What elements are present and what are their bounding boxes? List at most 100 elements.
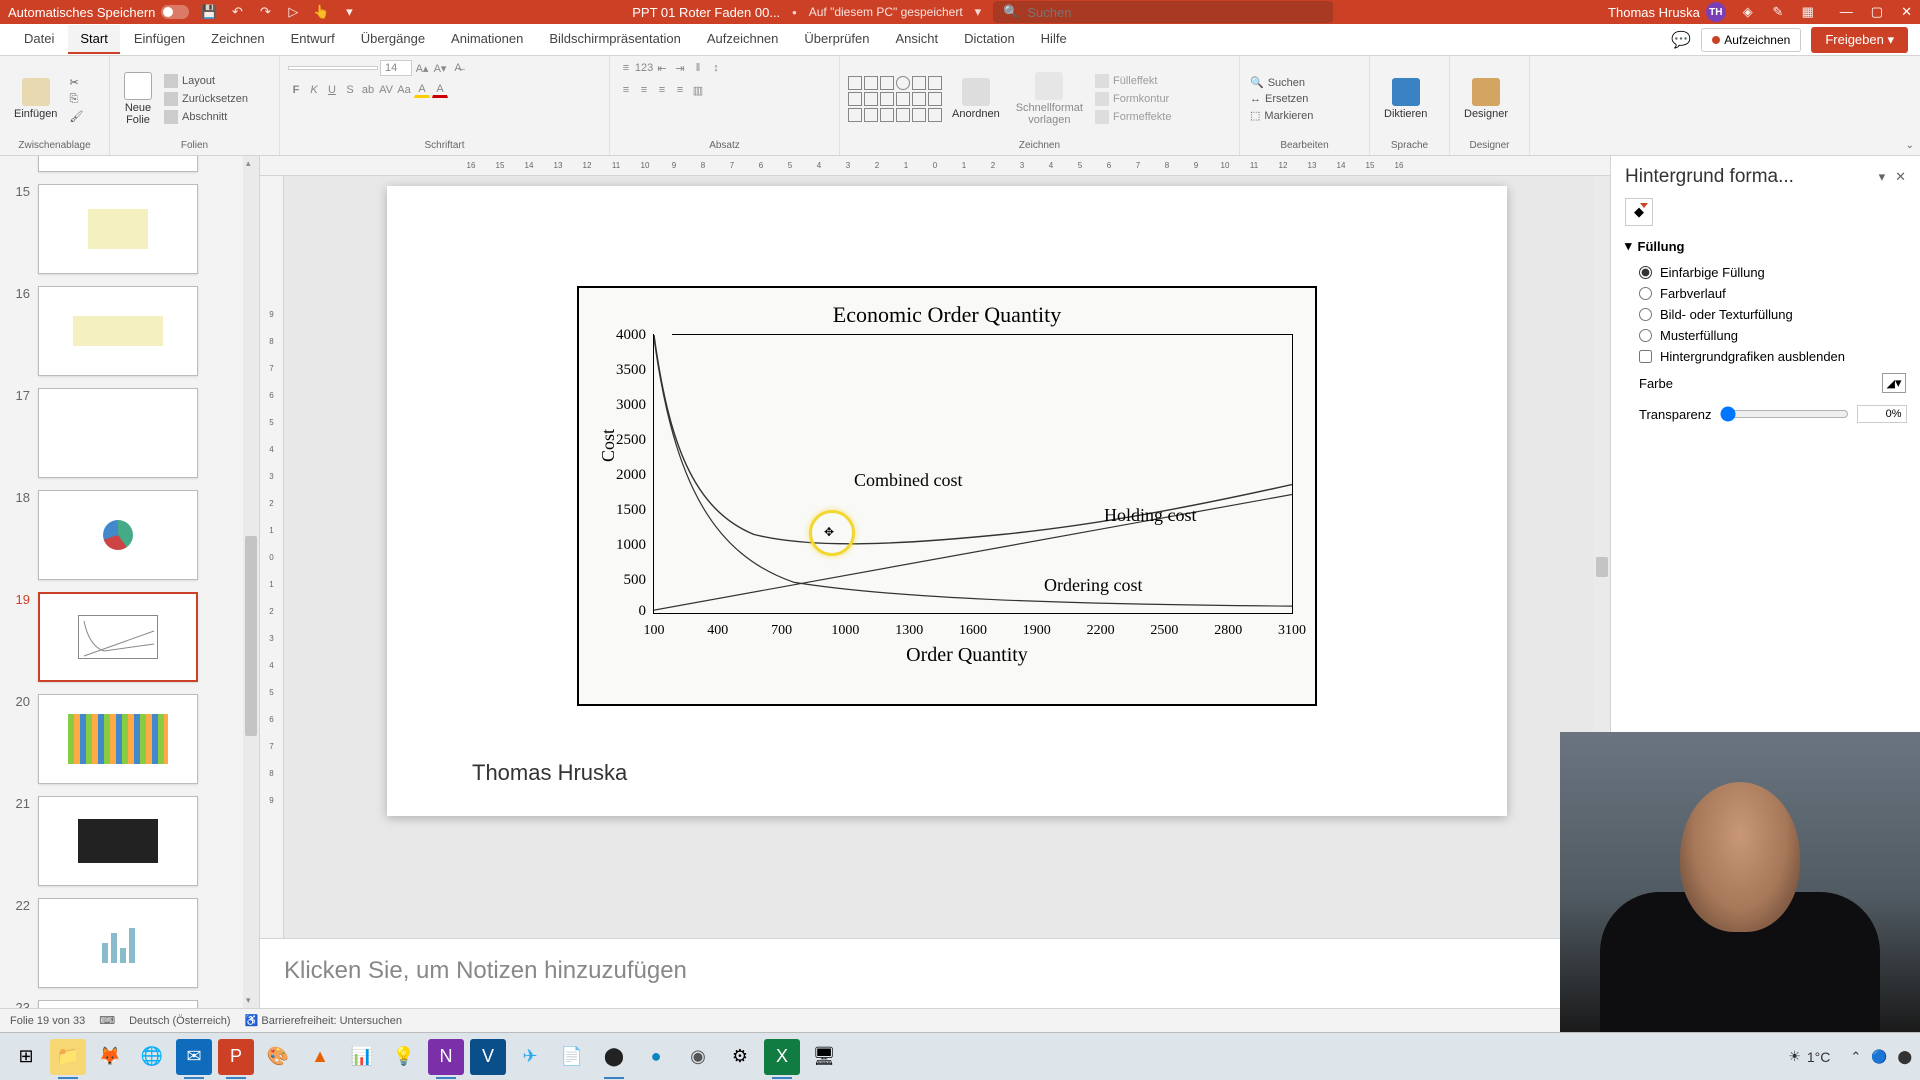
slide-thumb-23[interactable] — [38, 1000, 198, 1008]
find-button[interactable]: 🔍Suchen — [1248, 75, 1315, 90]
touch-mode-icon[interactable]: 👆 — [313, 4, 329, 20]
eoq-chart[interactable]: Economic Order Quantity Cost 4000 3500 3… — [577, 286, 1317, 706]
slide-thumb-20[interactable] — [38, 694, 198, 784]
app-icon[interactable]: 💡 — [386, 1039, 422, 1075]
app-icon[interactable]: 📄 — [554, 1039, 590, 1075]
app-icon[interactable]: 📊 — [344, 1039, 380, 1075]
shape-icon[interactable] — [848, 92, 862, 106]
arrange-button[interactable]: Anordnen — [946, 76, 1006, 122]
vlc-icon[interactable]: ▲ — [302, 1039, 338, 1075]
columns-button[interactable]: ▥ — [690, 82, 706, 98]
shape-icon[interactable] — [864, 108, 878, 122]
align-left-button[interactable]: ≡ — [618, 82, 634, 98]
italic-button[interactable]: K — [306, 82, 322, 98]
tab-uebergaenge[interactable]: Übergänge — [349, 25, 437, 54]
highlight-button[interactable]: A — [414, 82, 430, 98]
indent-inc-button[interactable]: ⇥ — [672, 60, 688, 76]
shape-icon[interactable] — [912, 92, 926, 106]
tab-datei[interactable]: Datei — [12, 25, 66, 54]
bold-button[interactable]: F — [288, 82, 304, 98]
toggle-switch[interactable] — [161, 5, 189, 19]
numbering-button[interactable]: 123 — [636, 60, 652, 76]
clear-format-icon[interactable]: A̶ — [450, 60, 466, 76]
strike-button[interactable]: S — [342, 82, 358, 98]
shape-icon[interactable] — [880, 108, 894, 122]
tray-chevron-icon[interactable]: ⌃ — [1850, 1049, 1861, 1065]
decrease-font-icon[interactable]: A▾ — [432, 60, 448, 76]
onenote-icon[interactable]: N — [428, 1039, 464, 1075]
paste-button[interactable]: Einfügen — [8, 76, 63, 122]
case-button[interactable]: Aa — [396, 82, 412, 98]
slide-canvas[interactable]: Economic Order Quantity Cost 4000 3500 3… — [387, 186, 1507, 816]
new-slide-button[interactable]: Neue Folie — [118, 70, 158, 128]
fill-gradient-radio[interactable]: Farbverlauf — [1625, 283, 1906, 304]
maximize-icon[interactable]: ▢ — [1871, 4, 1883, 20]
settings-icon[interactable]: ⚙ — [722, 1039, 758, 1075]
thumbnails-scrollbar[interactable]: ▴ ▾ — [243, 156, 259, 1008]
minimize-icon[interactable]: — — [1840, 4, 1853, 20]
select-button[interactable]: ⬚Markieren — [1248, 108, 1315, 123]
tab-hilfe[interactable]: Hilfe — [1029, 25, 1079, 54]
app-icon[interactable]: V — [470, 1039, 506, 1075]
shadow-button[interactable]: ab — [360, 82, 376, 98]
file-explorer-icon[interactable]: 📁 — [50, 1039, 86, 1075]
section-button[interactable]: Abschnitt — [162, 109, 250, 125]
shape-icon[interactable] — [896, 108, 910, 122]
diamond-icon[interactable]: ◈ — [1740, 4, 1756, 20]
tab-praesentation[interactable]: Bildschirmpräsentation — [537, 25, 693, 54]
layout-button[interactable]: Layout — [162, 73, 250, 89]
fill-button[interactable]: Fülleffekt — [1093, 73, 1174, 89]
align-center-button[interactable]: ≡ — [636, 82, 652, 98]
autosave-toggle[interactable]: Automatisches Speichern — [8, 5, 189, 20]
app-icon[interactable]: 🎨 — [260, 1039, 296, 1075]
char-spacing-button[interactable]: AV — [378, 82, 394, 98]
dictate-button[interactable]: Diktieren — [1378, 76, 1433, 122]
shape-star-icon[interactable] — [928, 76, 942, 90]
align-right-button[interactable]: ≡ — [654, 82, 670, 98]
indent-dec-button[interactable]: ⇤ — [654, 60, 670, 76]
spellcheck-icon[interactable]: ⌨ — [99, 1014, 115, 1027]
font-color-button[interactable]: A — [432, 82, 448, 98]
firefox-icon[interactable]: 🦊 — [92, 1039, 128, 1075]
weather-widget[interactable]: ☀1°C — [1788, 1048, 1830, 1065]
fill-pattern-radio[interactable]: Musterfüllung — [1625, 325, 1906, 346]
shapes-gallery[interactable] — [848, 76, 942, 122]
undo-icon[interactable]: ↶ — [229, 4, 245, 20]
shape-icon[interactable] — [912, 108, 926, 122]
redo-icon[interactable]: ↷ — [257, 4, 273, 20]
shape-rect-icon[interactable] — [880, 76, 894, 90]
shape-icon[interactable] — [864, 92, 878, 106]
slide-thumb-18[interactable] — [38, 490, 198, 580]
language-status[interactable]: Deutsch (Österreich) — [129, 1015, 230, 1027]
app-icon[interactable]: ● — [638, 1039, 674, 1075]
pane-close-icon[interactable]: ✕ — [1895, 169, 1906, 185]
app-icon[interactable]: 🖥 — [806, 1039, 842, 1075]
slide-thumb-21[interactable] — [38, 796, 198, 886]
comments-icon[interactable]: 💬 — [1671, 30, 1691, 50]
tab-dictation[interactable]: Dictation — [952, 25, 1027, 54]
shape-icon[interactable] — [848, 108, 862, 122]
shape-arrow-icon[interactable] — [912, 76, 926, 90]
transparency-slider[interactable] — [1720, 406, 1849, 422]
font-size-select[interactable]: 14 — [380, 60, 412, 76]
accessibility-status[interactable]: ♿ Barrierefreiheit: Untersuchen — [245, 1014, 402, 1027]
font-family-select[interactable] — [288, 66, 378, 70]
line-spacing-button[interactable]: ‖ — [690, 60, 706, 76]
outlook-icon[interactable]: ✉ — [176, 1039, 212, 1075]
copy-button[interactable]: ⎘ — [67, 92, 85, 107]
fill-picture-radio[interactable]: Bild- oder Texturfüllung — [1625, 304, 1906, 325]
pen-icon[interactable]: ✎ — [1770, 4, 1786, 20]
slide-thumb-19[interactable] — [38, 592, 198, 682]
slide-thumb-16[interactable] — [38, 286, 198, 376]
telegram-icon[interactable]: ✈ — [512, 1039, 548, 1075]
close-icon[interactable]: ✕ — [1901, 4, 1912, 20]
cut-button[interactable]: ✂ — [67, 75, 85, 90]
justify-button[interactable]: ≡ — [672, 82, 688, 98]
start-menu-icon[interactable]: ⊞ — [8, 1039, 44, 1075]
scrollbar-handle[interactable] — [245, 536, 257, 736]
shape-icon[interactable] — [928, 108, 942, 122]
search-box[interactable]: 🔍 — [993, 1, 1333, 23]
tab-zeichnen[interactable]: Zeichnen — [199, 25, 276, 54]
slide-thumb-15[interactable] — [38, 184, 198, 274]
fill-category-icon[interactable]: ◆ — [1625, 198, 1653, 226]
